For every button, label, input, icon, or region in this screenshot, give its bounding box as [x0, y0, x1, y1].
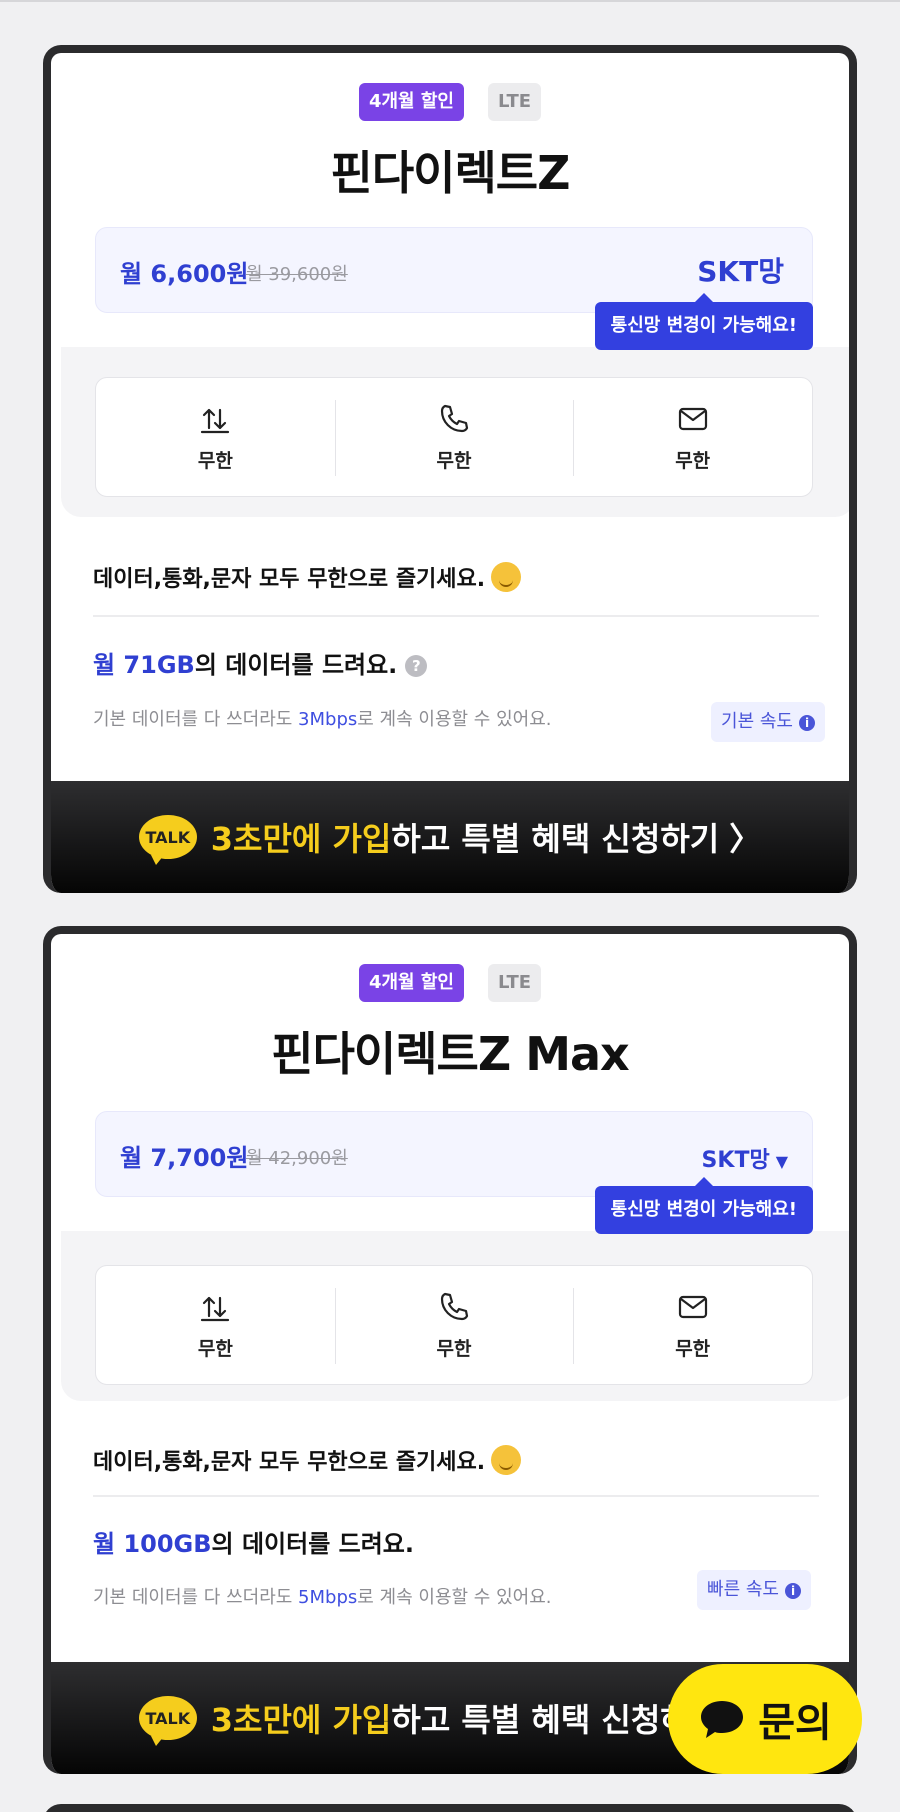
- feature-message-label: 무한: [675, 449, 711, 472]
- feature-summary: 무한 무한 무한: [95, 377, 813, 497]
- data-allowance: 월 71GB의 데이터를 드려요.?: [93, 645, 428, 680]
- data-arrows-icon: [201, 408, 230, 433]
- speed-tag[interactable]: 기본 속도 i: [711, 702, 825, 742]
- top-divider: [0, 0, 900, 2]
- feature-data-label: 무한: [197, 1337, 233, 1360]
- discount-badge: 4개월 할인: [358, 83, 464, 121]
- feature-data: 무한: [96, 1266, 335, 1384]
- divider: [93, 615, 819, 617]
- throttle-speed: 5Mbps: [298, 1587, 358, 1608]
- chevron-right-icon: 〉: [729, 820, 762, 858]
- feature-call-label: 무한: [436, 1337, 472, 1360]
- mail-icon: [678, 1295, 707, 1318]
- info-icon: i: [785, 1583, 801, 1599]
- original-price: 월 42,900원: [246, 1148, 348, 1169]
- cta-highlight: 3초만에 가입: [210, 820, 392, 858]
- chat-bubble-icon: [701, 1701, 744, 1738]
- network-type-badge: LTE: [487, 964, 542, 1002]
- cta-highlight: 3초만에 가입: [210, 1701, 392, 1739]
- network-change-tooltip: 통신망 변경이 가능해요!: [594, 1177, 813, 1234]
- throttle-info: 기본 데이터를 다 쓰더라도 3Mbps로 계속 이용할 수 있어요.: [93, 709, 552, 730]
- network-selector[interactable]: SKT망 ▼: [702, 1142, 788, 1174]
- plan-card[interactable]: 4개월 할인 LTE 핀다이렉트Z Max 월 7,700원 월 42,900원…: [43, 926, 857, 1774]
- dropdown-arrow-icon: ▼: [775, 1152, 788, 1171]
- network-selector[interactable]: SKT망: [697, 250, 784, 290]
- feature-summary: 무한 무한 무한: [95, 1265, 813, 1385]
- data-amount: 월 100GB: [93, 1530, 212, 1558]
- data-allowance: 월 100GB의 데이터를 드려요.: [93, 1530, 414, 1558]
- plan-card[interactable]: 4개월 할인 LTE 핀다이렉트Z 월 6,600원 월 39,600원 SKT…: [43, 45, 857, 893]
- plan-description: 데이터,통화,문자 모두 무한으로 즐기세요.: [93, 1444, 522, 1476]
- phone-icon: [440, 1292, 469, 1320]
- monthly-price: 월 6,600원: [120, 260, 249, 288]
- discount-badge: 4개월 할인: [358, 964, 464, 1002]
- mail-icon: [678, 407, 707, 430]
- feature-data: 무한: [96, 378, 335, 496]
- throttle-speed: 3Mbps: [298, 709, 358, 730]
- phone-icon: [440, 404, 469, 432]
- data-arrows-icon: [201, 1296, 230, 1321]
- feature-call: 무한: [334, 378, 574, 496]
- inquiry-button[interactable]: 문의: [668, 1664, 862, 1774]
- inquiry-label: 문의: [758, 1700, 832, 1746]
- plan-description: 데이터,통화,문자 모두 무한으로 즐기세요.: [93, 561, 522, 593]
- throttle-info: 기본 데이터를 다 쓰더라도 5Mbps로 계속 이용할 수 있어요.: [93, 1587, 552, 1608]
- cta-text: 하고 특별 혜택 신청하기: [391, 820, 720, 858]
- signup-cta-button[interactable]: TALK 3초만에 가입 하고 특별 혜택 신청하기 〉: [51, 781, 849, 893]
- feature-message: 무한: [573, 1266, 812, 1384]
- feature-data-label: 무한: [197, 449, 233, 472]
- kakao-talk-icon: TALK: [138, 815, 197, 865]
- help-icon[interactable]: ?: [405, 655, 428, 677]
- network-change-tooltip: 통신망 변경이 가능해요!: [594, 293, 813, 350]
- next-plan-card-edge: [43, 1804, 857, 1812]
- smile-emoji-icon: [491, 562, 522, 592]
- plan-badges: 4개월 할인 LTE: [51, 964, 849, 1002]
- feature-message-label: 무한: [675, 1337, 711, 1360]
- plan-title: 핀다이렉트Z Max: [271, 1027, 629, 1081]
- feature-message: 무한: [573, 378, 812, 496]
- feature-call: 무한: [334, 1266, 574, 1384]
- plan-badges: 4개월 할인 LTE: [51, 83, 849, 121]
- speed-tag[interactable]: 빠른 속도 i: [697, 1570, 811, 1610]
- feature-call-label: 무한: [436, 449, 472, 472]
- monthly-price: 월 7,700원: [120, 1144, 249, 1172]
- original-price: 월 39,600원: [246, 264, 348, 285]
- plan-title: 핀다이렉트Z: [330, 146, 571, 200]
- smile-emoji-icon: [491, 1445, 522, 1475]
- divider: [93, 1495, 819, 1497]
- data-amount: 월 71GB: [93, 651, 195, 679]
- info-icon: i: [799, 715, 815, 731]
- kakao-talk-icon: TALK: [138, 1696, 197, 1746]
- network-type-badge: LTE: [487, 83, 542, 121]
